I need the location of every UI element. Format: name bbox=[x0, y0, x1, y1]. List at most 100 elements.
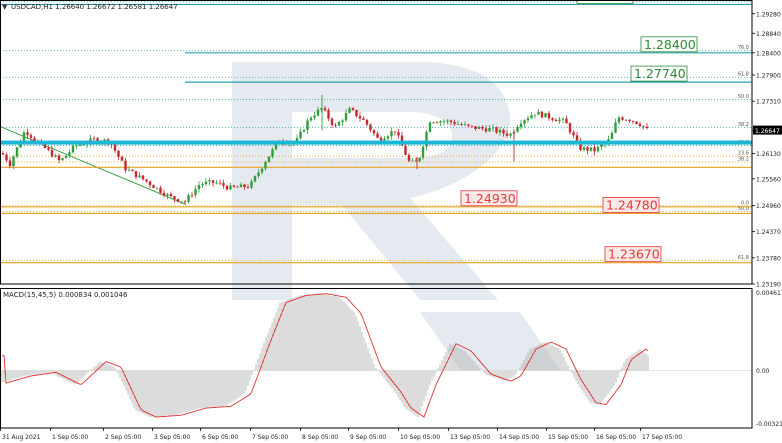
candle-body bbox=[386, 136, 390, 139]
price-tick-label: 1.26130 bbox=[756, 151, 781, 158]
x-tick-label: 15 Sep 05:00 bbox=[548, 434, 588, 441]
candle-body bbox=[169, 194, 173, 197]
candle-body bbox=[544, 113, 547, 118]
candle-body bbox=[453, 122, 456, 125]
candle-body bbox=[554, 119, 558, 122]
macd-label: MACD(15,45,5) 0.000834 0.001046 bbox=[3, 291, 128, 299]
candle-body bbox=[561, 118, 565, 120]
macd-panel[interactable] bbox=[0, 293, 752, 418]
target-label: 1.24780 bbox=[606, 197, 658, 212]
menu-arrow-icon[interactable]: ▼ bbox=[2, 3, 8, 11]
candle-body bbox=[593, 147, 596, 152]
candle-body bbox=[341, 120, 344, 123]
candle-body bbox=[586, 147, 589, 151]
candle-body bbox=[57, 155, 61, 161]
candle-body bbox=[222, 182, 225, 186]
x-tick-label: 31 Aug 2021 bbox=[2, 434, 41, 441]
candle-body bbox=[75, 145, 78, 147]
x-tick-label: 14 Sep 05:00 bbox=[499, 434, 539, 441]
candle-body bbox=[236, 186, 239, 188]
candle-body bbox=[250, 181, 253, 188]
candle-body bbox=[113, 144, 117, 151]
symbol-info: USDCAD,H1 1.26640 1.26672 1.26581 1.2664… bbox=[11, 3, 178, 11]
candle-body bbox=[159, 187, 162, 193]
candle-body bbox=[390, 131, 393, 137]
candle-body bbox=[145, 179, 148, 182]
candle-body bbox=[537, 111, 540, 115]
candle-body bbox=[589, 147, 593, 151]
candle-body bbox=[302, 130, 306, 132]
candle-body bbox=[407, 154, 411, 161]
candle-body bbox=[393, 131, 397, 133]
candle-body bbox=[47, 147, 50, 150]
candle-body bbox=[572, 132, 575, 136]
target-label: 1.27740 bbox=[634, 66, 686, 81]
candle-body bbox=[351, 108, 355, 110]
candle-body bbox=[348, 108, 351, 113]
candle-body bbox=[225, 185, 229, 190]
current-price-band bbox=[0, 140, 752, 145]
candle-body bbox=[498, 129, 502, 133]
candle-body bbox=[533, 114, 537, 116]
x-tick-label: 3 Sep 05:00 bbox=[154, 434, 190, 441]
candle-body bbox=[481, 126, 484, 129]
candle-body bbox=[68, 152, 71, 156]
candle-body bbox=[645, 126, 649, 128]
candle-body bbox=[162, 192, 166, 196]
candle-body bbox=[208, 180, 211, 182]
candle-body bbox=[460, 124, 463, 125]
usdcad-chart[interactable]: 100.076.061.850.038.223.60.061.823.638.2… bbox=[0, 0, 782, 443]
candle-body bbox=[271, 149, 274, 157]
candle-body bbox=[218, 182, 222, 184]
candle-body bbox=[635, 121, 638, 124]
candle-body bbox=[397, 132, 400, 136]
candle-body bbox=[117, 150, 120, 157]
candle-body bbox=[526, 118, 530, 121]
candle-body bbox=[78, 144, 82, 146]
candle-body bbox=[502, 129, 505, 134]
x-tick-label: 1 Sep 05:00 bbox=[52, 434, 88, 441]
candle-body bbox=[428, 122, 432, 133]
candle-body bbox=[264, 162, 267, 169]
candle-body bbox=[344, 112, 348, 121]
candle-body bbox=[505, 133, 509, 136]
candle-body bbox=[628, 120, 631, 122]
candle-body bbox=[404, 145, 407, 155]
candle-body bbox=[435, 122, 439, 124]
candle-body bbox=[183, 201, 187, 203]
target-label: 1.28400 bbox=[644, 37, 696, 52]
candle-body bbox=[530, 115, 533, 119]
candle-body bbox=[26, 132, 29, 136]
candle-body bbox=[596, 146, 600, 152]
candle-body bbox=[124, 160, 127, 171]
watermark-logo bbox=[232, 62, 560, 370]
candle-body bbox=[446, 120, 449, 122]
macd-scale-label: -0.003214 bbox=[756, 421, 782, 428]
candle-body bbox=[316, 109, 320, 116]
candle-body bbox=[551, 118, 554, 120]
candle-body bbox=[148, 181, 152, 186]
fib-label: 50.0 bbox=[738, 94, 749, 100]
x-tick-label: 7 Sep 05:00 bbox=[252, 434, 288, 441]
candle-body bbox=[211, 180, 215, 183]
candle-body bbox=[488, 128, 491, 132]
fib-label: 61.8 bbox=[738, 72, 749, 78]
candle-body bbox=[547, 113, 551, 119]
x-tick-label: 17 Sep 05:00 bbox=[642, 434, 682, 441]
candle-body bbox=[432, 122, 435, 124]
candle-body bbox=[15, 147, 19, 157]
candle-body bbox=[358, 116, 362, 119]
candle-body bbox=[600, 144, 603, 147]
candle-body bbox=[243, 184, 246, 188]
candle-body bbox=[33, 137, 36, 141]
price-tick-label: 1.23780 bbox=[756, 255, 781, 262]
candle-body bbox=[327, 110, 330, 119]
candle-body bbox=[187, 195, 190, 202]
macd-scale-label: 0.00 bbox=[756, 368, 770, 375]
candle-body bbox=[257, 172, 260, 177]
candle-body bbox=[201, 183, 204, 186]
candle-body bbox=[610, 132, 614, 140]
target-label: 1.24930 bbox=[464, 191, 516, 206]
candle-body bbox=[82, 144, 85, 146]
candle-body bbox=[330, 118, 334, 125]
